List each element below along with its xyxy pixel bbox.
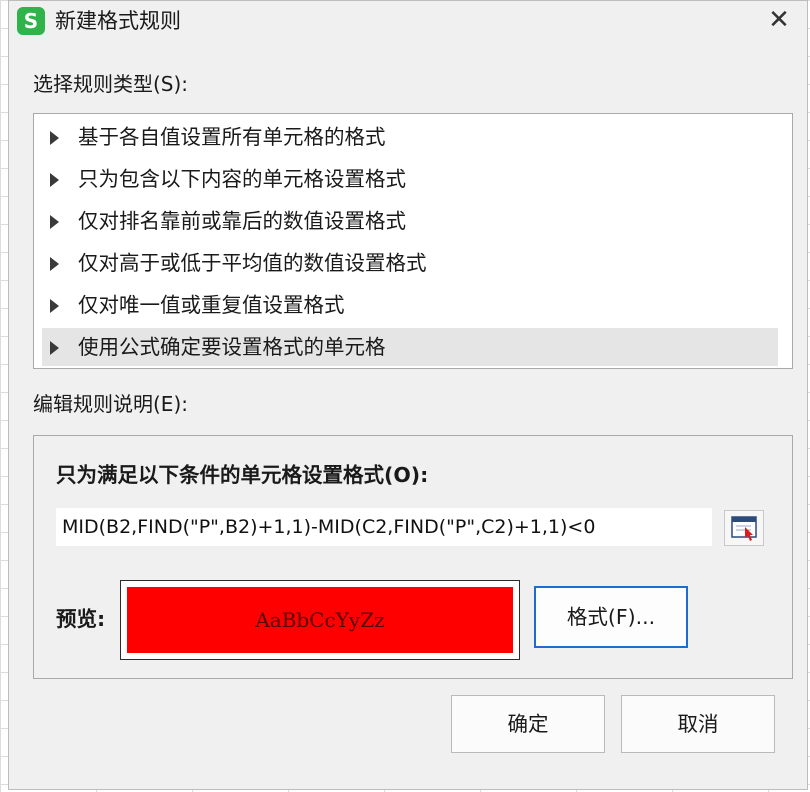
- rule-type-list[interactable]: 基于各自值设置所有单元格的格式 只为包含以下内容的单元格设置格式 仅对排名靠前或…: [33, 113, 793, 369]
- dialog-title: 新建格式规则: [55, 9, 181, 33]
- preview-sample-text: AaBbCcYyZz: [127, 587, 513, 653]
- rule-description-group: 只为满足以下条件的单元格设置格式(O): 预览: AaBbCcYyZz 格式(F…: [33, 435, 793, 679]
- title-bar: S 新建格式规则 ✕: [9, 1, 807, 41]
- rule-type-item[interactable]: 仅对高于或低于平均值的数值设置格式: [42, 244, 778, 282]
- rule-type-item-label: 使用公式确定要设置格式的单元格: [78, 335, 386, 359]
- formula-input[interactable]: [56, 508, 712, 546]
- rule-type-item[interactable]: 仅对排名靠前或靠后的数值设置格式: [42, 202, 778, 240]
- rule-type-item[interactable]: 仅对唯一值或重复值设置格式: [42, 286, 778, 324]
- preview-box: AaBbCcYyZz: [120, 580, 520, 660]
- edit-rule-label: 编辑规则说明(E):: [33, 392, 188, 416]
- ok-button[interactable]: 确定: [451, 695, 605, 753]
- formula-condition-label: 只为满足以下条件的单元格设置格式(O):: [56, 463, 429, 487]
- expand-arrow-icon: [50, 341, 59, 355]
- range-select-button[interactable]: [724, 510, 764, 546]
- new-format-rule-dialog: S 新建格式规则 ✕ 选择规则类型(S): 基于各自值设置所有单元格的格式 只为…: [8, 0, 808, 790]
- rule-type-item[interactable]: 基于各自值设置所有单元格的格式: [42, 118, 778, 156]
- wps-spreadsheet-logo-icon: S: [17, 7, 45, 35]
- rule-type-item-label: 仅对高于或低于平均值的数值设置格式: [78, 251, 427, 275]
- rule-type-item-label: 基于各自值设置所有单元格的格式: [78, 125, 386, 149]
- preview-label: 预览:: [56, 607, 106, 631]
- range-select-icon: [731, 516, 757, 541]
- rule-type-label: 选择规则类型(S):: [33, 72, 189, 96]
- expand-arrow-icon: [50, 299, 59, 313]
- rule-type-item-label: 仅对唯一值或重复值设置格式: [78, 293, 345, 317]
- format-button[interactable]: 格式(F)...: [534, 586, 688, 648]
- expand-arrow-icon: [50, 215, 59, 229]
- cancel-button[interactable]: 取消: [621, 695, 775, 753]
- rule-type-item-label: 仅对排名靠前或靠后的数值设置格式: [78, 209, 406, 233]
- close-icon[interactable]: ✕: [761, 3, 797, 37]
- expand-arrow-icon: [50, 257, 59, 271]
- expand-arrow-icon: [50, 131, 59, 145]
- rule-type-item-label: 只为包含以下内容的单元格设置格式: [78, 167, 406, 191]
- rule-type-item-selected[interactable]: 使用公式确定要设置格式的单元格: [42, 328, 778, 366]
- rule-type-item[interactable]: 只为包含以下内容的单元格设置格式: [42, 160, 778, 198]
- expand-arrow-icon: [50, 173, 59, 187]
